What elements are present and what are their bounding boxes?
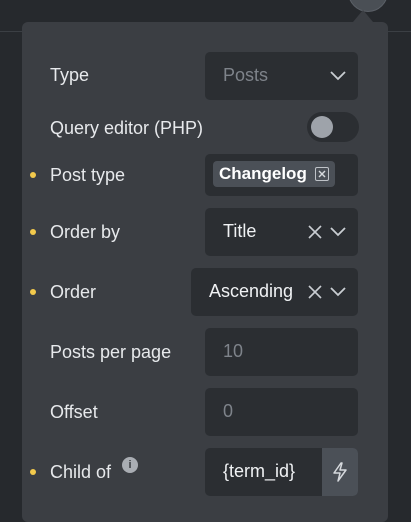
chevron-down-icon (330, 287, 346, 297)
close-icon[interactable] (308, 225, 322, 239)
chevron-down-icon (330, 227, 346, 237)
close-icon[interactable] (308, 285, 322, 299)
offset-placeholder: 0 (223, 401, 234, 421)
child-of-label: Child of (50, 462, 112, 482)
post-type-select[interactable]: Changelog (205, 154, 358, 196)
child-of-input[interactable]: {term_id} (205, 448, 358, 496)
remove-tag-icon[interactable] (314, 167, 329, 181)
order-value: Ascending (209, 281, 294, 301)
posts-per-page-placeholder: 10 (223, 341, 244, 361)
query-editor-toggle[interactable] (307, 112, 359, 142)
order-label: Order (50, 282, 97, 302)
child-of-value: {term_id} (223, 461, 296, 481)
query-settings-panel: Type Posts Query editor (PHP) Post type … (22, 22, 388, 522)
posts-per-page-input[interactable]: 10 (205, 328, 358, 376)
posts-per-page-label: Posts per page (50, 342, 172, 362)
type-label: Type (50, 65, 90, 85)
offset-input[interactable]: 0 (205, 388, 358, 436)
info-icon[interactable]: i (122, 457, 138, 473)
chevron-down-icon (330, 71, 346, 81)
order-by-select[interactable]: Title (205, 208, 358, 256)
modified-indicator-dot (30, 229, 36, 235)
post-type-label: Post type (50, 165, 126, 185)
popover-arrow (353, 10, 373, 22)
modified-indicator-dot (30, 172, 36, 178)
toggle-knob (311, 116, 333, 138)
modified-indicator-dot (30, 469, 36, 475)
query-editor-label: Query editor (PHP) (50, 118, 204, 138)
top-hint (0, 0, 260, 2)
type-select[interactable]: Posts (205, 52, 358, 100)
type-placeholder: Posts (223, 65, 269, 85)
post-type-tag-label: Changelog (219, 164, 307, 183)
post-type-tag: Changelog (213, 161, 335, 187)
dynamic-data-button[interactable] (322, 448, 358, 496)
order-by-value: Title (223, 221, 257, 241)
lightning-icon (333, 462, 347, 482)
modified-indicator-dot (30, 289, 36, 295)
order-by-label: Order by (50, 222, 121, 242)
order-select[interactable]: Ascending (191, 268, 358, 316)
offset-label: Offset (50, 402, 98, 422)
